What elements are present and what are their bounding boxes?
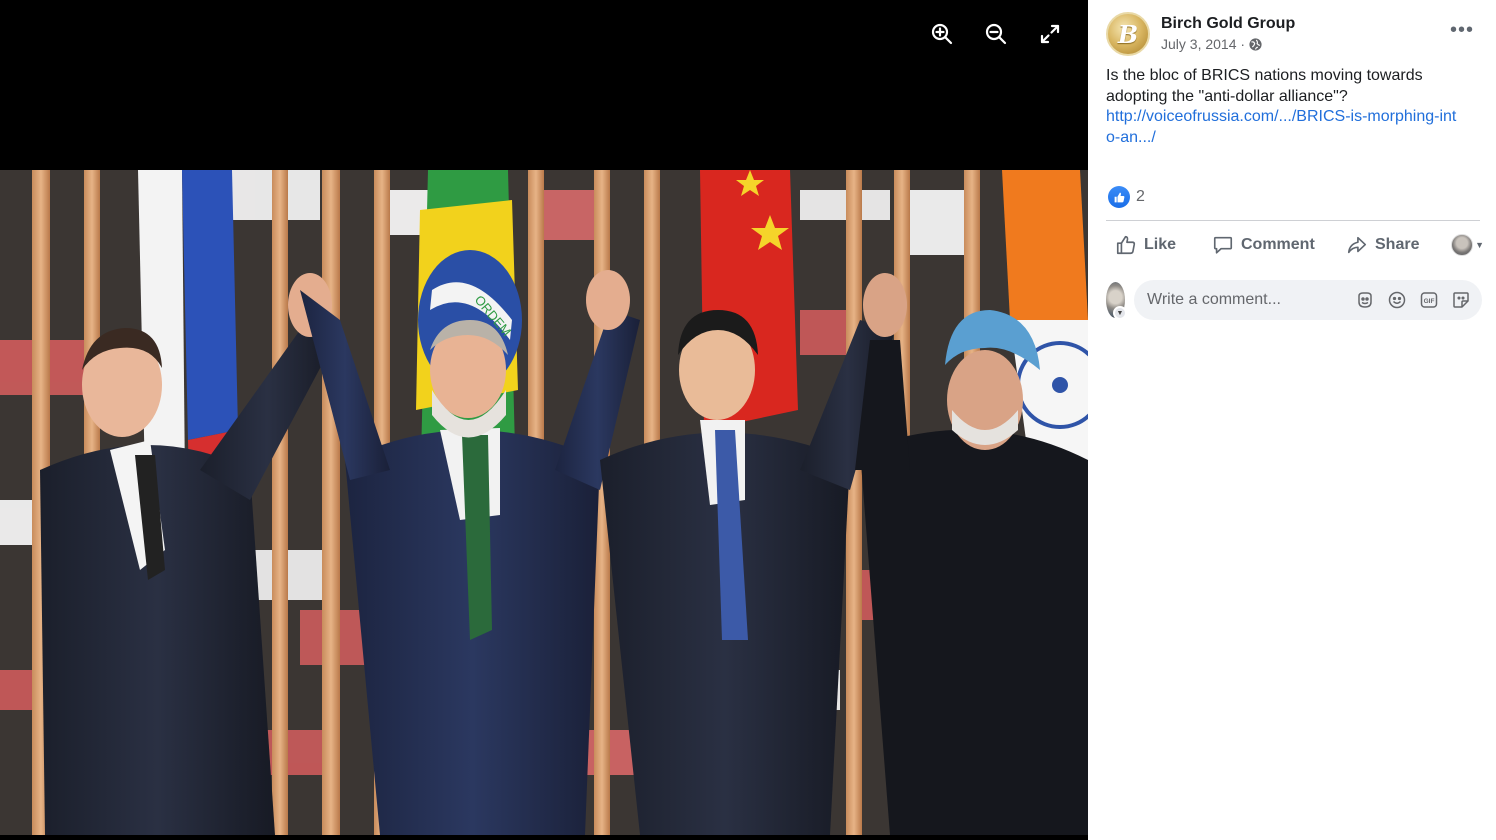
comment-tools: GIF xyxy=(1354,289,1472,311)
comment-input[interactable] xyxy=(1147,291,1354,309)
page-name[interactable]: Birch Gold Group xyxy=(1161,14,1295,34)
caret-down-icon: ▼ xyxy=(1475,240,1484,250)
zoom-out-button[interactable] xyxy=(978,20,1014,48)
audience-selector[interactable]: ▼ xyxy=(1451,234,1484,256)
post-meta: Birch Gold Group July 3, 2014 · xyxy=(1161,12,1295,66)
photo-viewer: ORDEM xyxy=(0,0,1088,840)
zoom-in-icon xyxy=(931,23,953,45)
comment-box: GIF xyxy=(1134,280,1482,320)
post-date-row: July 3, 2014 · xyxy=(1161,34,1295,54)
zoom-out-icon xyxy=(985,23,1007,45)
chevron-down-icon: ▼ xyxy=(1113,306,1127,320)
comment-composer: ▼ GIF xyxy=(1106,280,1482,320)
reaction-summary[interactable]: 2 xyxy=(1108,186,1145,208)
fullscreen-icon xyxy=(1040,24,1060,44)
sticker-button[interactable] xyxy=(1450,289,1472,311)
more-options-button[interactable]: ••• xyxy=(1450,20,1474,40)
emoji-button[interactable] xyxy=(1386,289,1408,311)
user-avatar[interactable]: ▼ xyxy=(1106,282,1127,320)
fullscreen-button[interactable] xyxy=(1032,20,1068,48)
post-text: Is the bloc of BRICS nations moving towa… xyxy=(1106,67,1423,105)
photo-illustration: ORDEM xyxy=(0,170,1088,835)
avatar-letter: B xyxy=(1117,19,1139,49)
reaction-count: 2 xyxy=(1136,188,1145,205)
like-reaction-icon xyxy=(1108,186,1130,208)
share-arrow-icon xyxy=(1347,236,1367,254)
share-label: Share xyxy=(1375,236,1420,253)
share-button[interactable]: Share xyxy=(1346,234,1419,256)
gif-button[interactable]: GIF xyxy=(1418,289,1440,311)
speech-bubble-icon xyxy=(1213,236,1233,254)
post-actions: Like Comment Share ▼ xyxy=(1106,224,1484,266)
globe-icon xyxy=(1249,37,1262,51)
sticker-icon xyxy=(1453,292,1469,308)
post-date[interactable]: July 3, 2014 · xyxy=(1161,34,1245,54)
thumbs-up-icon xyxy=(1116,235,1136,255)
user-mini-avatar xyxy=(1451,234,1474,256)
post-link[interactable]: http://voiceofrussia.com/.../BRICS-is-mo… xyxy=(1106,107,1480,148)
zoom-in-button[interactable] xyxy=(924,20,960,48)
like-button[interactable]: Like xyxy=(1115,234,1176,256)
svg-text:GIF: GIF xyxy=(1424,298,1435,305)
post-header: B Birch Gold Group July 3, 2014 · ••• xyxy=(1106,0,1480,66)
viewer-toolbar xyxy=(924,20,1068,48)
gif-icon: GIF xyxy=(1420,292,1438,308)
avatar-sticker-icon xyxy=(1358,292,1372,308)
emoji-icon xyxy=(1388,291,1406,309)
comment-button[interactable]: Comment xyxy=(1212,234,1315,256)
divider-top xyxy=(1106,220,1480,221)
post-photo[interactable]: ORDEM xyxy=(0,170,1088,835)
like-label: Like xyxy=(1144,236,1177,253)
comment-label: Comment xyxy=(1241,236,1315,253)
post-panel: B Birch Gold Group July 3, 2014 · ••• Is… xyxy=(1088,0,1496,840)
page-avatar[interactable]: B xyxy=(1106,12,1150,56)
avatar-sticker-button[interactable] xyxy=(1354,289,1376,311)
